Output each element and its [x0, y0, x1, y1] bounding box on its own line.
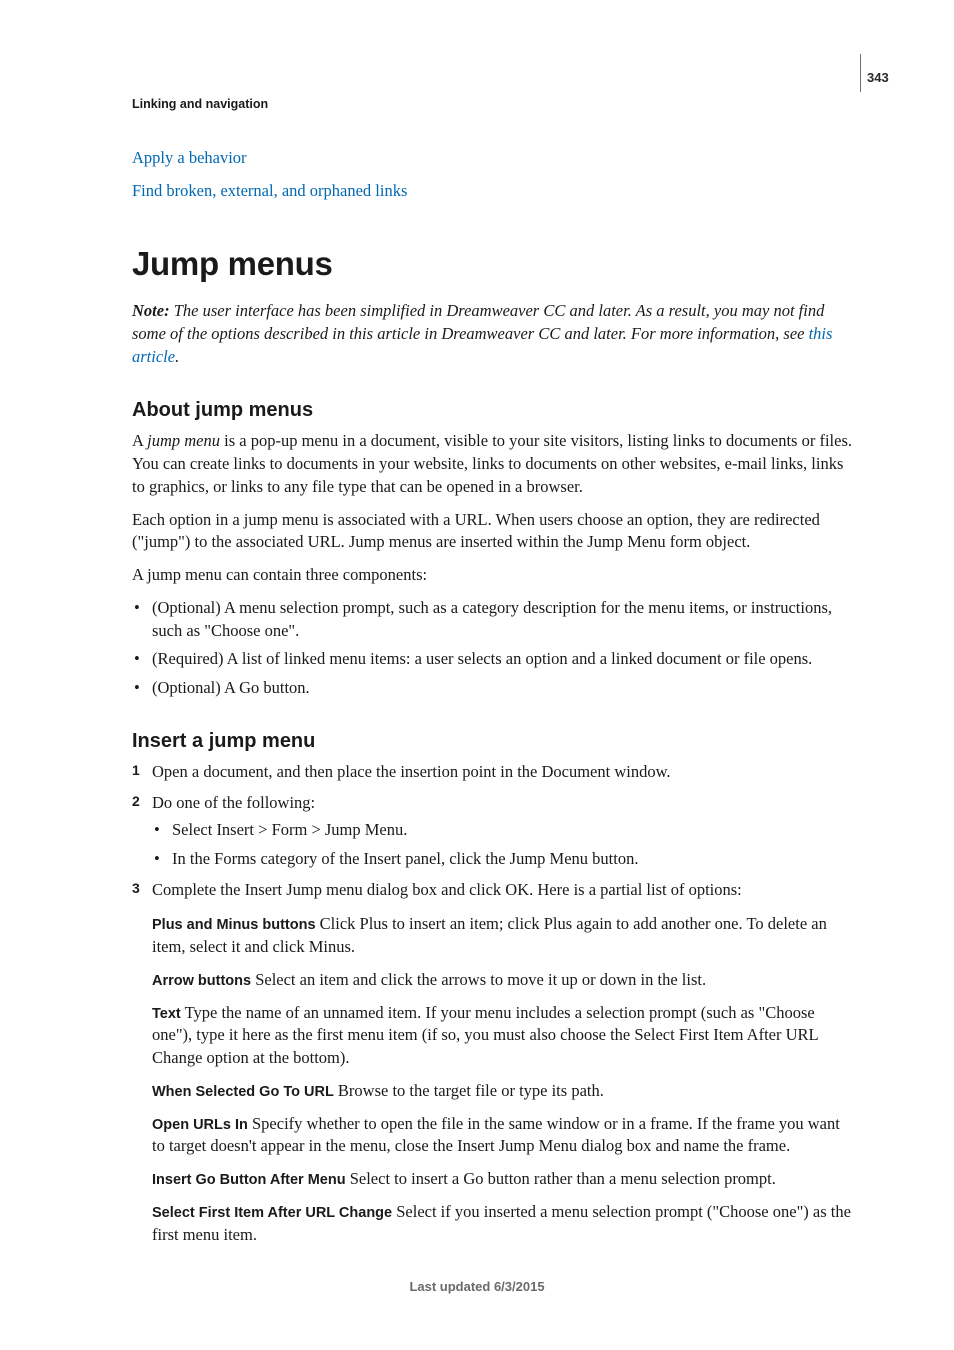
runin-when-selected: When Selected Go To URL [152, 1084, 334, 1100]
runin-select-first-item: Select First Item After URL Change [152, 1205, 392, 1221]
step-2: Do one of the following: Select Insert >… [132, 792, 852, 870]
step-1: Open a document, and then place the inse… [132, 761, 852, 784]
def-insert-go-button-text: Select to insert a Go button rather than… [346, 1169, 776, 1188]
note-label: Note: [132, 301, 174, 320]
def-when-selected: When Selected Go To URL Browse to the ta… [152, 1080, 852, 1103]
page-number: 343 [867, 70, 889, 85]
insert-steps: Open a document, and then place the inse… [132, 761, 852, 901]
note-body-b: . [175, 347, 179, 366]
def-text-text: Type the name of an unnamed item. If you… [152, 1003, 818, 1068]
def-arrow-buttons-text: Select an item and click the arrows to m… [251, 970, 706, 989]
def-text: Text Type the name of an unnamed item. I… [152, 1002, 852, 1070]
footer-last-updated: Last updated 6/3/2015 [0, 1278, 954, 1296]
def-open-urls-in-text: Specify whether to open the file in the … [152, 1114, 840, 1156]
about-p1-b: is a pop-up menu in a document, visible … [132, 431, 852, 496]
term-jump-menu: jump menu [147, 431, 220, 450]
def-arrow-buttons: Arrow buttons Select an item and click t… [152, 969, 852, 992]
note-paragraph: Note: The user interface has been simpli… [132, 300, 852, 368]
runin-insert-go-button: Insert Go Button After Menu [152, 1172, 346, 1188]
runin-arrow-buttons: Arrow buttons [152, 973, 251, 989]
heading-insert-jump-menu: Insert a jump menu [132, 728, 852, 756]
def-plus-minus: Plus and Minus buttons Click Plus to ins… [152, 913, 852, 959]
about-p1: A jump menu is a pop-up menu in a docume… [132, 430, 852, 498]
page-title: Jump menus [132, 241, 852, 287]
runin-open-urls-in: Open URLs In [152, 1117, 248, 1133]
about-p2: Each option in a jump menu is associated… [132, 509, 852, 555]
heading-about-jump-menus: About jump menus [132, 397, 852, 425]
step-2-sub-1: Select Insert > Form > Jump Menu. [152, 819, 852, 842]
step-2-sub: Select Insert > Form > Jump Menu. In the… [152, 819, 852, 871]
runin-text: Text [152, 1006, 181, 1022]
step-3: Complete the Insert Jump menu dialog box… [132, 879, 852, 902]
link-find-broken-links[interactable]: Find broken, external, and orphaned link… [132, 181, 407, 200]
page-number-box: 343 [860, 54, 906, 92]
note-body-a: The user interface has been simplified i… [132, 301, 824, 343]
def-insert-go-button: Insert Go Button After Menu Select to in… [152, 1168, 852, 1191]
def-select-first-item: Select First Item After URL Change Selec… [152, 1201, 852, 1247]
about-p1-a: A [132, 431, 147, 450]
def-when-selected-text: Browse to the target file or type its pa… [334, 1081, 604, 1100]
about-bullet-3: (Optional) A Go button. [132, 677, 852, 700]
runin-plus-minus: Plus and Minus buttons [152, 917, 316, 933]
running-head: Linking and navigation [132, 96, 852, 113]
step-2-text: Do one of the following: [152, 793, 315, 812]
def-open-urls-in: Open URLs In Specify whether to open the… [152, 1113, 852, 1159]
about-p3: A jump menu can contain three components… [132, 564, 852, 587]
link-apply-behavior[interactable]: Apply a behavior [132, 148, 247, 167]
about-bullet-1: (Optional) A menu selection prompt, such… [132, 597, 852, 643]
about-bullets: (Optional) A menu selection prompt, such… [132, 597, 852, 700]
step-2-sub-2: In the Forms category of the Insert pane… [152, 848, 852, 871]
about-bullet-2: (Required) A list of linked menu items: … [132, 648, 852, 671]
